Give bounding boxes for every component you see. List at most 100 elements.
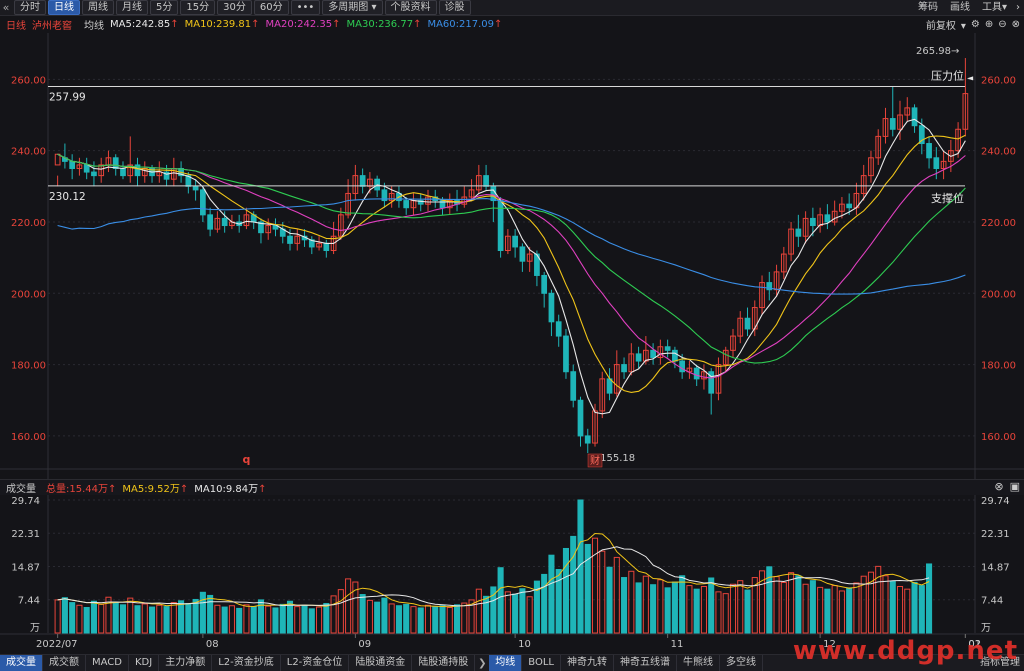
volume-axis-label-left: 22.31	[11, 529, 40, 540]
candle-body	[664, 346, 671, 351]
volume-bar	[214, 604, 221, 634]
candle-body	[672, 349, 678, 362]
volume-bar	[904, 588, 911, 634]
volume-bar	[337, 589, 344, 634]
volume-bar	[708, 577, 715, 634]
volume-axis-label-right: 14.87	[981, 563, 1010, 574]
date-axis-label: 11	[671, 639, 684, 650]
tab-hk-connect-funds[interactable]: 陆股通资金	[349, 655, 413, 671]
close-icon[interactable]: ⊗	[994, 480, 1003, 493]
volume-bar	[729, 583, 737, 634]
event-marker-cai: 财	[590, 454, 600, 467]
volume-bar	[163, 606, 170, 634]
volume-bar	[679, 575, 686, 634]
resistance-tag: 压力位	[931, 69, 964, 83]
resistance-value: 257.99	[49, 92, 86, 104]
volume-legend-right: ⊗ ▣	[988, 479, 1020, 494]
volume-axis-label-left: 万	[30, 623, 40, 634]
support-value: 230.12	[49, 191, 86, 203]
tab-l2-bottom[interactable]: L2-资金抄底	[212, 655, 281, 671]
tab-l2-position[interactable]: L2-资金仓位	[281, 655, 350, 671]
volume-bar	[170, 602, 177, 634]
tab-bull-bear[interactable]: 牛熊线	[677, 655, 720, 671]
candle-body	[911, 107, 918, 127]
grid-lines	[0, 33, 1024, 635]
tab-long-short[interactable]: 多空线	[720, 655, 763, 671]
candle-body	[621, 364, 627, 373]
date-axis-label: 08	[206, 639, 219, 650]
volume-bar	[403, 603, 410, 634]
volume-bar	[788, 572, 795, 634]
volume-bar	[475, 588, 482, 634]
volume-bar	[831, 585, 838, 634]
volume-axis-label-right: 7.44	[981, 596, 1003, 607]
ma5-line	[57, 118, 966, 415]
volume-bar	[613, 556, 620, 634]
tab-ma[interactable]: 均线	[489, 655, 523, 671]
tab-kdj[interactable]: KDJ	[129, 655, 160, 671]
volume-bar	[294, 606, 301, 634]
volume-bar	[228, 605, 235, 634]
candle-body	[221, 217, 228, 227]
volume-bar	[54, 599, 61, 634]
volume-total-label: 总量:15.44万	[46, 484, 108, 495]
volume-bar	[795, 575, 802, 634]
price-axis-label-left: 200.00	[11, 289, 46, 300]
date-axis-label: 2022/07	[36, 639, 78, 650]
candle-body	[824, 214, 831, 223]
chevron-right-icon[interactable]: ❯	[475, 658, 489, 669]
volume-title[interactable]: 成交量	[6, 480, 36, 495]
candlesticks	[54, 58, 969, 454]
volume-bar	[621, 577, 628, 634]
tab-volume[interactable]: 成交量	[0, 655, 43, 671]
candle-body	[795, 228, 802, 237]
candle-body	[54, 153, 61, 166]
price-axis-label-left: 220.00	[11, 218, 46, 229]
candle-body	[287, 235, 293, 244]
volume-bar	[693, 588, 700, 634]
candle-body	[584, 435, 591, 444]
volume-bar	[127, 597, 134, 634]
expand-icon[interactable]: ▣	[1010, 480, 1020, 493]
volume-bar	[780, 581, 787, 634]
candle-body	[541, 274, 548, 294]
tab-td-nine[interactable]: 神奇九转	[561, 655, 614, 671]
volume-bar	[548, 554, 555, 634]
candle-body	[323, 242, 330, 251]
volume-ma5-arrow: ↑	[179, 484, 189, 495]
tab-turnover[interactable]: 成交额	[43, 655, 86, 671]
volume-bar	[192, 598, 199, 634]
volume-bar	[802, 583, 809, 634]
candle-body	[693, 367, 700, 380]
volume-bar	[439, 605, 446, 634]
ma60-line	[57, 198, 966, 295]
volume-bar	[61, 597, 68, 634]
candle-body	[512, 235, 518, 248]
volume-bar	[330, 595, 337, 634]
volume-bar	[650, 584, 657, 634]
volume-bar	[446, 607, 453, 634]
candle-body	[606, 378, 613, 394]
candle-body	[570, 371, 577, 401]
price-volume-chart[interactable]: 260.00 260.00 240.00 240.00 220.00 220.00 200.…	[0, 0, 1024, 670]
volume-bar	[141, 603, 148, 634]
tab-hk-connect-holdings[interactable]: 陆股通持股	[412, 655, 476, 671]
volume-bar	[381, 597, 388, 634]
volume-bar	[207, 594, 214, 634]
volume-bar	[671, 581, 678, 634]
candle-body	[744, 317, 751, 330]
tab-five-lines[interactable]: 神奇五线谱	[614, 655, 677, 671]
volume-bar	[809, 580, 816, 634]
volume-bar	[424, 604, 432, 634]
price-axis-label-right: 260.00	[981, 75, 1016, 86]
candle-body	[846, 203, 853, 209]
tab-macd[interactable]: MACD	[86, 655, 129, 671]
volume-ma10: MA10:9.84万↑	[194, 480, 266, 495]
tab-main-net[interactable]: 主力净额	[159, 655, 213, 671]
tab-boll[interactable]: BOLL	[522, 655, 561, 671]
volume-bar	[512, 593, 519, 634]
volume-bar	[98, 603, 105, 634]
volume-bar	[112, 601, 119, 634]
volume-bar	[279, 603, 286, 634]
volume-bar	[599, 550, 606, 634]
